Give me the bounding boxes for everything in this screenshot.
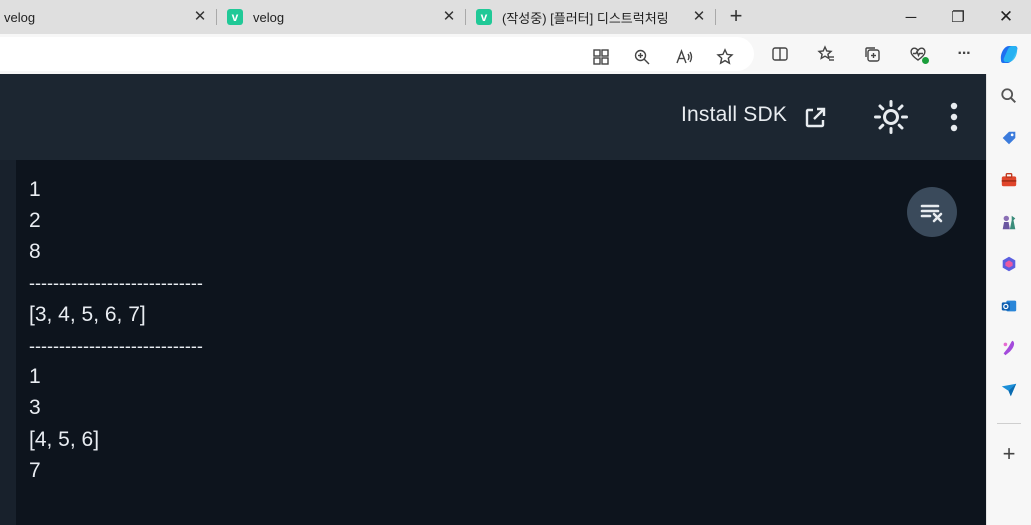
tab-close-icon[interactable]: ✕ <box>691 9 707 25</box>
outlook-icon[interactable] <box>998 295 1020 317</box>
search-icon[interactable] <box>998 85 1020 107</box>
tab-divider <box>715 9 716 25</box>
console-separator-line: ----------------------------- <box>29 273 203 293</box>
clear-all-icon <box>920 204 943 223</box>
favorites-icon[interactable] <box>814 42 838 66</box>
tools-icon[interactable] <box>998 169 1020 191</box>
browser-essentials-icon[interactable] <box>906 42 930 66</box>
apps-icon[interactable] <box>589 45 613 69</box>
more-vert-icon[interactable] <box>944 102 964 132</box>
browser-tab-velog-1[interactable]: velog ✕ <box>0 0 214 34</box>
console-line: [4, 5, 6] <box>29 428 100 451</box>
more-icon[interactable]: ··· <box>952 42 976 66</box>
clear-console-button[interactable] <box>907 187 957 237</box>
designer-icon[interactable] <box>998 337 1020 359</box>
install-sdk-label: Install SDK <box>681 103 788 126</box>
velog-favicon-icon: v <box>476 9 492 25</box>
console-line: 1 <box>29 365 41 388</box>
theme-toggle-sun-icon[interactable] <box>873 99 909 135</box>
microsoft365-icon[interactable] <box>998 253 1020 275</box>
console-line: 3 <box>29 396 41 419</box>
shopping-tag-icon[interactable] <box>998 127 1020 149</box>
app-header <box>0 74 986 160</box>
console-line: 2 <box>29 209 41 232</box>
tab-close-icon[interactable]: ✕ <box>441 9 457 25</box>
games-icon[interactable] <box>998 211 1020 233</box>
restore-button[interactable]: ❐ <box>935 0 981 34</box>
browser-tab-strip: velog ✕ v velog ✕ v (작성중) [플러터] 디스트럭처링 ✕… <box>0 0 1031 34</box>
tab-divider <box>465 9 466 25</box>
browser-tab-velog-2[interactable]: v velog ✕ <box>218 0 463 34</box>
tab-close-icon[interactable]: ✕ <box>192 9 208 25</box>
tab-divider <box>216 9 217 25</box>
open-in-new-icon[interactable] <box>802 105 828 131</box>
split-screen-icon[interactable] <box>768 42 792 66</box>
tab-title: velog <box>4 9 36 25</box>
console-left-gutter <box>0 160 16 525</box>
console-separator-line: ----------------------------- <box>29 336 203 356</box>
window-close-button[interactable]: ✕ <box>983 0 1029 34</box>
address-bar[interactable] <box>0 37 754 71</box>
copilot-icon[interactable] <box>995 40 1023 68</box>
add-icon[interactable]: + <box>998 443 1020 465</box>
send-icon[interactable] <box>998 379 1020 401</box>
new-tab-button[interactable]: + <box>724 5 748 29</box>
install-sdk-link[interactable]: Install SDK <box>681 103 787 127</box>
console-line: 8 <box>29 240 41 263</box>
console-line: 1 <box>29 178 41 201</box>
console-line: 7 <box>29 459 41 482</box>
collections-icon[interactable] <box>860 42 884 66</box>
favorite-star-icon[interactable] <box>713 45 737 69</box>
read-aloud-icon[interactable] <box>672 45 696 69</box>
console-line: [3, 4, 5, 6, 7] <box>29 303 146 326</box>
minimize-button[interactable]: ─ <box>888 0 934 34</box>
browser-toolbar: ··· <box>0 34 1031 74</box>
tab-title: (작성중) [플러터] 디스트럭처링 <box>502 10 669 26</box>
zoom-icon[interactable] <box>630 45 654 69</box>
edge-sidebar: + <box>986 74 1031 525</box>
tab-title: velog <box>253 9 285 25</box>
browser-tab-flutter-post[interactable]: v (작성중) [플러터] 디스트럭처링 ✕ <box>467 0 713 34</box>
sidebar-divider <box>997 423 1021 424</box>
velog-favicon-icon: v <box>227 9 243 25</box>
